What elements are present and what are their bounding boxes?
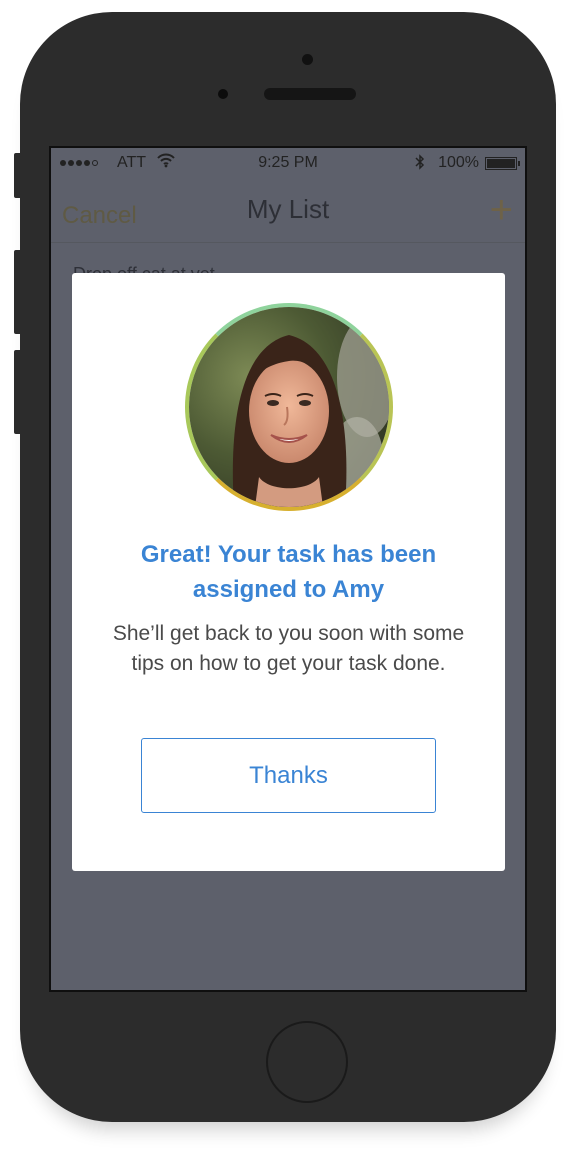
earpiece-speaker	[264, 88, 356, 100]
home-button[interactable]	[266, 1021, 348, 1103]
front-camera-icon	[218, 89, 228, 99]
dialog-message: She’ll get back to you soon with some ti…	[112, 622, 465, 675]
status-bar: ATT 9:25 PM 100%	[51, 148, 525, 180]
proximity-sensor	[302, 54, 313, 65]
battery-percentage: 100%	[438, 154, 479, 171]
assignment-confirmation-dialog: Great! Your task has been assigned to Am…	[72, 273, 505, 871]
dialog-title: Great! Your task has been assigned to Am…	[140, 541, 437, 603]
phone-screen: ATT 9:25 PM 100% Cancel My List + Drop o…	[49, 146, 527, 992]
thanks-button[interactable]: Thanks	[141, 738, 436, 813]
bluetooth-icon	[415, 153, 425, 176]
navigation-bar: Cancel My List +	[51, 180, 525, 243]
add-icon[interactable]: +	[490, 190, 513, 230]
battery-icon	[485, 157, 520, 170]
avatar	[185, 303, 393, 511]
page-title: My List	[246, 194, 330, 224]
avatar-photo	[189, 307, 389, 507]
